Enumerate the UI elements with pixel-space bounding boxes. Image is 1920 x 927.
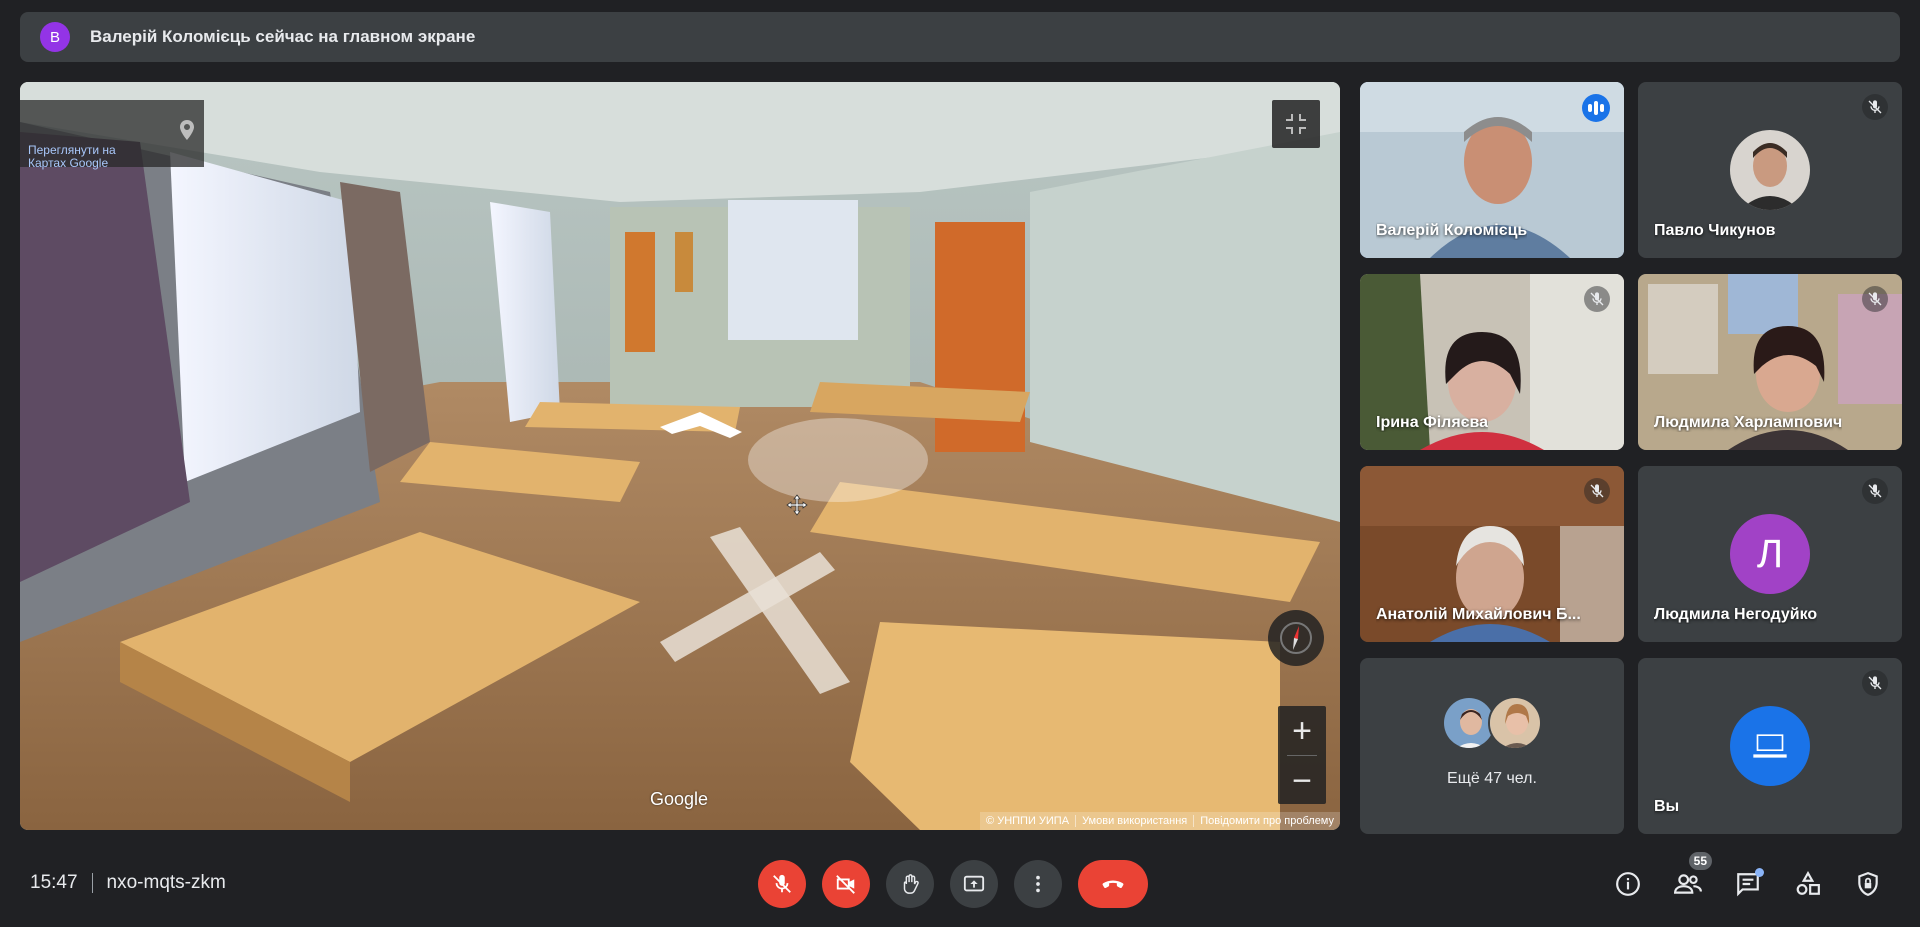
camera-off-icon [836, 875, 855, 894]
chat-button[interactable] [1724, 860, 1772, 908]
mic-off-icon [1862, 670, 1888, 696]
more-options-button[interactable] [1014, 860, 1062, 908]
exit-fullscreen-icon [1286, 114, 1306, 134]
divider [91, 873, 93, 893]
participant-avatar: Л [1730, 514, 1810, 594]
report-problem-link[interactable]: Повідомити про проблему [1193, 815, 1340, 827]
laptop-icon [1753, 734, 1787, 758]
mic-off-icon [1584, 478, 1610, 504]
attribution-copyright: © УНППИ УИПА [986, 815, 1070, 827]
meeting-code[interactable]: nxo-mqts-zkm [107, 872, 226, 894]
mic-off-icon [773, 874, 791, 893]
terms-of-use-link[interactable]: Умови використання [1075, 815, 1193, 827]
meeting-info: 15:47 nxo-mqts-zkm [30, 872, 226, 894]
participant-tile[interactable]: Анатолій Михайлович Б... [1360, 466, 1624, 642]
present-screen-button[interactable] [950, 860, 998, 908]
participant-tile[interactable]: Л Людмила Негодуйко [1638, 466, 1902, 642]
participant-tile[interactable]: Валерій Коломієць [1360, 82, 1624, 258]
zoom-in-button[interactable]: + [1278, 706, 1326, 755]
participant-tile[interactable]: Ірина Філяєва [1360, 274, 1624, 450]
participant-name: Анатолій Михайлович Б... [1376, 606, 1581, 623]
view-on-google-maps-link[interactable]: Переглянути на Картах Google [28, 144, 148, 170]
zoom-controls: + − [1278, 706, 1326, 804]
side-panel-controls: 55 [1604, 852, 1892, 908]
google-logo: Google [650, 789, 709, 809]
presenter-banner: В Валерій Коломієць сейчас на главном эк… [20, 12, 1900, 62]
map-attribution: © УНППИ УИПА Умови використання Повідоми… [980, 812, 1340, 830]
mic-off-icon [1862, 478, 1888, 504]
hang-up-icon [1102, 880, 1124, 889]
more-participants-avatars [1442, 696, 1542, 752]
mic-off-icon [1584, 286, 1610, 312]
participant-avatar [1730, 130, 1810, 210]
mic-toggle-button[interactable] [758, 860, 806, 908]
mic-off-icon [1862, 286, 1888, 312]
participant-name: Вы [1654, 798, 1680, 815]
participant-avatar [1488, 696, 1542, 750]
compass-button[interactable] [1268, 610, 1324, 666]
move-cursor-icon [786, 494, 808, 516]
clock: 15:47 [30, 872, 78, 893]
speaking-indicator-icon [1582, 94, 1610, 122]
participant-name: Людмила Харлампович [1654, 414, 1843, 431]
chat-unread-dot [1755, 868, 1764, 877]
people-button[interactable]: 55 [1664, 852, 1712, 908]
participant-name: Людмила Негодуйко [1654, 606, 1818, 623]
activities-icon [1796, 871, 1820, 895]
info-icon [1616, 872, 1640, 896]
self-tile[interactable]: Вы [1638, 658, 1902, 834]
participant-name: Ірина Філяєва [1376, 414, 1489, 431]
participant-tile[interactable]: Людмила Харлампович [1638, 274, 1902, 450]
self-avatar [1730, 706, 1810, 786]
participant-tile[interactable]: Павло Чикунов [1638, 82, 1902, 258]
shield-lock-icon [1858, 872, 1878, 896]
participant-name: Павло Чикунов [1654, 222, 1776, 239]
more-participants-tile[interactable]: Ещё 47 чел. [1360, 658, 1624, 834]
presentation-view[interactable]: Переглянути на Картах Google + − Google … [20, 82, 1340, 830]
meeting-details-button[interactable] [1604, 860, 1652, 908]
camera-toggle-button[interactable] [822, 860, 870, 908]
zoom-out-button[interactable]: − [1278, 756, 1326, 805]
leave-call-button[interactable] [1078, 860, 1148, 908]
view-on-google-maps-card[interactable]: Переглянути на Картах Google [20, 100, 204, 170]
more-participants-label: Ещё 47 чел. [1447, 770, 1537, 787]
mic-off-icon [1862, 94, 1888, 120]
present-icon [963, 875, 985, 892]
hand-icon [903, 874, 919, 894]
people-icon [1674, 874, 1702, 894]
activities-button[interactable] [1784, 860, 1832, 908]
compass-icon [1280, 622, 1312, 654]
call-controls [758, 860, 1148, 908]
participant-name: Валерій Коломієць [1376, 222, 1528, 239]
more-vert-icon [1036, 875, 1040, 893]
presenter-avatar: В [40, 22, 70, 52]
avatar-letter: Л [1756, 531, 1784, 576]
map-pin-icon [180, 120, 194, 140]
presenter-banner-text: Валерій Коломієць сейчас на главном экра… [90, 27, 476, 46]
host-controls-button[interactable] [1844, 860, 1892, 908]
street-view-scene[interactable] [20, 82, 1340, 830]
people-count-badge: 55 [1688, 852, 1712, 870]
exit-fullscreen-button[interactable] [1272, 100, 1320, 148]
raise-hand-button[interactable] [886, 860, 934, 908]
